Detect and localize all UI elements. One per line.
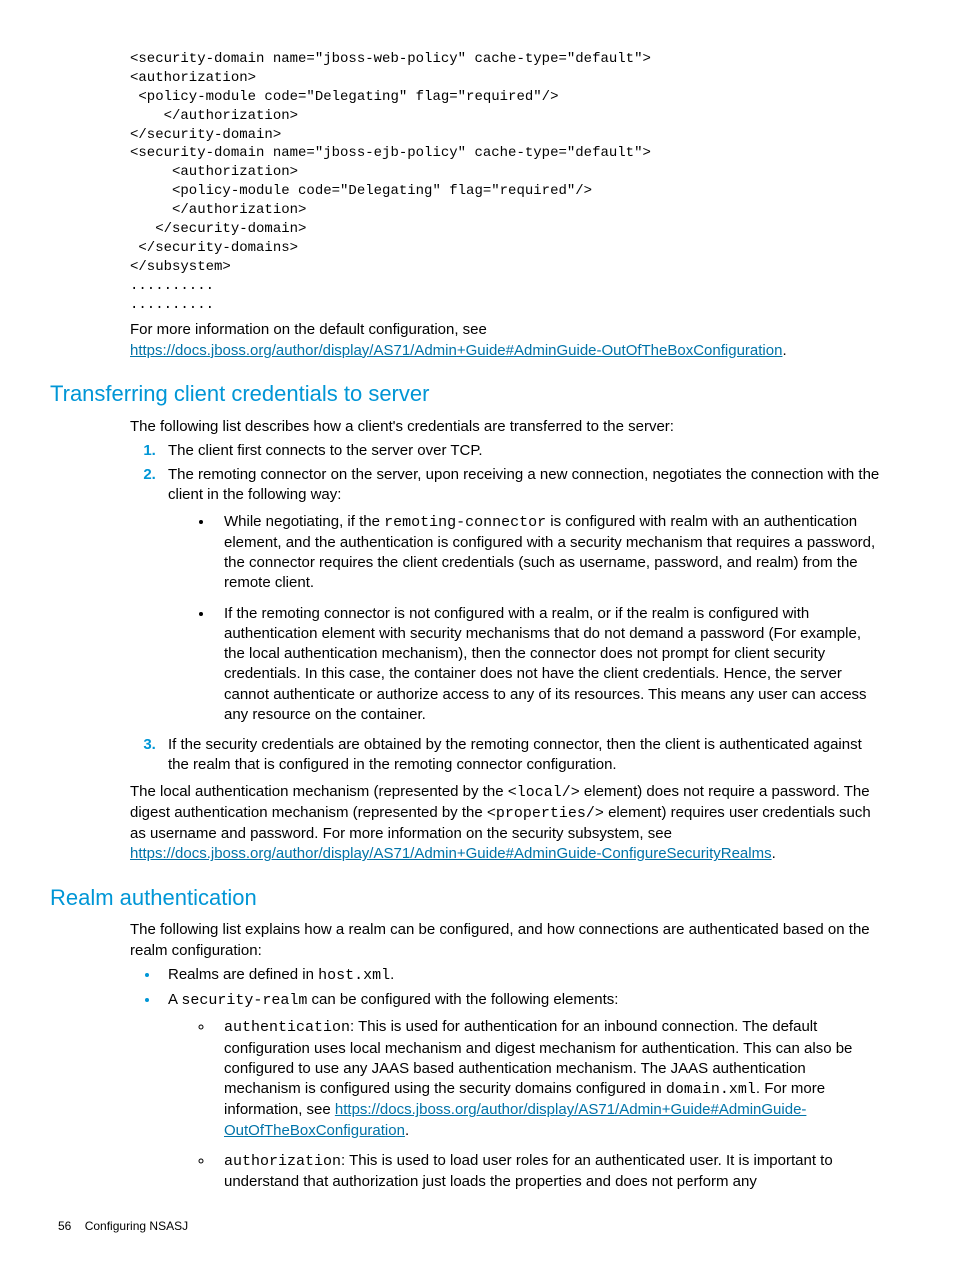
code: authorization (224, 1153, 341, 1170)
code-block: <security-domain name="jboss-web-policy"… (130, 50, 884, 314)
code: security-realm (181, 992, 307, 1009)
text: The local authentication mechanism (repr… (130, 783, 508, 800)
paragraph: The following list explains how a realm … (130, 920, 884, 961)
list-item: authorization: This is used to load user… (214, 1151, 884, 1193)
text: While negotiating, if the (224, 513, 384, 530)
sub-bullet-list: authentication: This is used for authent… (196, 1017, 884, 1192)
link-security-realms[interactable]: https://docs.jboss.org/author/display/AS… (130, 845, 772, 862)
text: . (390, 966, 394, 983)
paragraph: The local authentication mechanism (repr… (130, 782, 884, 865)
text: The remoting connector on the server, up… (168, 466, 879, 503)
list-item: Realms are defined in host.xml. (160, 965, 884, 986)
list-item: While negotiating, if the remoting-conne… (214, 512, 884, 594)
ordered-list: The client first connects to the server … (130, 441, 884, 776)
list-item: authentication: This is used for authent… (214, 1017, 884, 1141)
code: remoting-connector (384, 514, 546, 531)
list-item: If the remoting connector is not configu… (214, 604, 884, 726)
text: For more information on the default conf… (130, 321, 487, 338)
text: . (782, 342, 786, 359)
list-item: A security-realm can be configured with … (160, 990, 884, 1192)
text: A (168, 991, 181, 1008)
code: <properties/> (487, 805, 604, 822)
list-item: The remoting connector on the server, up… (160, 465, 884, 725)
bullet-list: While negotiating, if the remoting-conne… (196, 512, 884, 726)
list-item: The client first connects to the server … (160, 441, 884, 461)
paragraph: For more information on the default conf… (130, 320, 884, 361)
code: authentication (224, 1019, 350, 1036)
heading-realm-auth: Realm authentication (50, 883, 884, 913)
text: can be configured with the following ele… (307, 991, 618, 1008)
footer: 56 Configuring NSASJ (58, 1218, 884, 1234)
code: domain.xml (666, 1081, 756, 1098)
paragraph: The following list describes how a clien… (130, 417, 884, 437)
heading-transferring: Transferring client credentials to serve… (50, 379, 884, 409)
list-item: If the security credentials are obtained… (160, 735, 884, 776)
code: <local/> (508, 784, 580, 801)
page-number: 56 (58, 1219, 71, 1233)
code: host.xml (318, 967, 390, 984)
link-default-config[interactable]: https://docs.jboss.org/author/display/AS… (130, 342, 782, 359)
bullet-list: Realms are defined in host.xml. A securi… (130, 965, 884, 1193)
text: . (405, 1122, 409, 1139)
text: . (772, 845, 776, 862)
text: Realms are defined in (168, 966, 318, 983)
footer-title: Configuring NSASJ (85, 1219, 188, 1233)
